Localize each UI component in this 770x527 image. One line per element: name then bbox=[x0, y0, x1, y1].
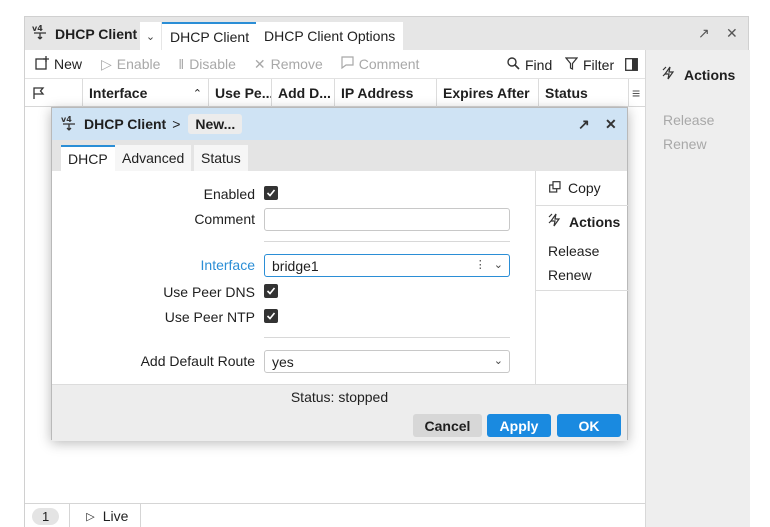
remove-button[interactable]: ✕ Remove bbox=[245, 56, 332, 73]
comment-label: Comment bbox=[194, 211, 255, 227]
breadcrumb-new: New... bbox=[188, 114, 243, 134]
add-default-route-label: Add Default Route bbox=[140, 353, 255, 369]
column-status[interactable]: Status bbox=[539, 79, 629, 107]
play-icon: ▷ bbox=[101, 55, 112, 72]
cancel-button[interactable]: Cancel bbox=[413, 414, 482, 437]
window-title: v4 DHCP Client bbox=[31, 17, 137, 50]
comment-button[interactable]: Comment bbox=[332, 56, 429, 72]
filter-button[interactable]: Filter bbox=[564, 50, 614, 79]
restore-icon[interactable]: ↗ bbox=[578, 116, 590, 133]
tab-advanced[interactable]: Advanced bbox=[115, 145, 192, 171]
chevron-down-icon[interactable]: ⌄ bbox=[494, 258, 503, 271]
use-peer-ntp-checkbox[interactable] bbox=[264, 309, 278, 323]
pause-icon: ‖ bbox=[178, 56, 185, 72]
ok-button[interactable]: OK bbox=[557, 414, 621, 437]
use-peer-ntp-label: Use Peer NTP bbox=[164, 309, 255, 325]
dialog-tabs: DHCP Advanced Status bbox=[52, 140, 627, 171]
enabled-checkbox[interactable] bbox=[264, 186, 278, 200]
apply-button[interactable]: Apply bbox=[487, 414, 551, 437]
panel-renew-action[interactable]: Renew bbox=[663, 136, 707, 152]
window-titlebar: v4 DHCP Client ⌄ DHCP Client DHCP Client… bbox=[25, 17, 748, 50]
use-peer-dns-label: Use Peer DNS bbox=[163, 284, 255, 300]
statusbar: 1 ▷ Live bbox=[25, 503, 645, 527]
play-icon: ▷ bbox=[86, 510, 95, 523]
x-icon: ✕ bbox=[253, 55, 266, 72]
svg-text:v4: v4 bbox=[32, 24, 43, 33]
new-button[interactable]: New bbox=[25, 55, 91, 73]
panel-toggle-icon[interactable] bbox=[625, 50, 638, 79]
ipv4-icon: v4 bbox=[31, 23, 49, 44]
chevron-down-icon[interactable]: ⌄ bbox=[494, 354, 503, 367]
add-default-route-select[interactable]: yes ⌄ bbox=[264, 350, 510, 373]
breadcrumb-separator: > bbox=[172, 116, 181, 132]
column-use-peer[interactable]: Use Pe... bbox=[209, 79, 272, 107]
close-icon[interactable]: ✕ bbox=[726, 25, 738, 42]
column-menu-icon[interactable]: ≡ bbox=[629, 79, 645, 107]
dhcp-form: Enabled Comment Interface bridge1 ⋮ ⌄ Us… bbox=[52, 171, 535, 384]
divider bbox=[264, 337, 510, 338]
dialog-actions-header: Actions bbox=[536, 213, 629, 230]
live-button[interactable]: ▷ Live bbox=[69, 503, 142, 527]
use-peer-dns-checkbox[interactable] bbox=[264, 284, 278, 298]
actions-header: Actions bbox=[662, 66, 735, 83]
renew-action[interactable]: Renew bbox=[536, 267, 629, 283]
toolbar: New ▷ Enable ‖ Disable ✕ Remove Comment … bbox=[25, 50, 645, 79]
find-button[interactable]: Find bbox=[507, 50, 552, 79]
comment-field[interactable] bbox=[264, 208, 510, 231]
actions-icon bbox=[548, 213, 562, 230]
row-count-badge: 1 bbox=[32, 507, 60, 525]
enable-button[interactable]: ▷ Enable bbox=[91, 56, 169, 73]
panel-release-action[interactable]: Release bbox=[663, 112, 714, 128]
tab-menu-chevron-icon[interactable]: ⌄ bbox=[140, 22, 161, 50]
dialog-titlebar: v4 DHCP Client > New... ↗ ✕ bbox=[52, 108, 627, 140]
tab-dhcp-client-options[interactable]: DHCP Client Options bbox=[256, 22, 404, 50]
comment-icon bbox=[341, 56, 354, 72]
column-ip-address[interactable]: IP Address bbox=[335, 79, 437, 107]
restore-icon[interactable]: ↗ bbox=[698, 25, 710, 42]
more-options-icon[interactable]: ⋮ bbox=[475, 258, 486, 271]
filter-icon bbox=[564, 56, 579, 73]
close-icon[interactable]: ✕ bbox=[605, 116, 617, 133]
copy-icon bbox=[549, 180, 561, 196]
dialog-side-panel: Copy Actions Release Renew bbox=[535, 171, 629, 384]
interface-label: Interface bbox=[200, 257, 255, 273]
tab-dhcp-client[interactable]: DHCP Client bbox=[162, 22, 258, 50]
enabled-label: Enabled bbox=[203, 186, 255, 202]
release-action[interactable]: Release bbox=[536, 243, 629, 259]
tab-status[interactable]: Status bbox=[194, 145, 248, 171]
interface-select[interactable]: bridge1 ⋮ ⌄ bbox=[264, 254, 510, 277]
new-dhcp-client-dialog: v4 DHCP Client > New... ↗ ✕ DHCP Advance… bbox=[51, 107, 629, 441]
column-expires-after[interactable]: Expires After bbox=[437, 79, 539, 107]
dialog-title: DHCP Client bbox=[84, 116, 167, 132]
actions-panel: Actions Release Renew bbox=[645, 50, 750, 527]
copy-button[interactable]: Copy bbox=[536, 171, 629, 206]
dialog-footer: Cancel Apply OK bbox=[52, 409, 627, 441]
disable-button[interactable]: ‖ Disable bbox=[169, 56, 245, 72]
dialog-status: Status: stopped bbox=[52, 384, 627, 409]
divider bbox=[264, 241, 510, 242]
svg-text:v4: v4 bbox=[61, 115, 72, 124]
divider bbox=[536, 290, 629, 291]
flag-column-icon[interactable] bbox=[25, 79, 83, 107]
tab-dhcp[interactable]: DHCP bbox=[61, 145, 115, 171]
sort-up-icon: ⌃ bbox=[192, 87, 202, 100]
table-header: Interface ⌃ Use Pe... Add D... IP Addres… bbox=[25, 79, 645, 107]
column-add-default[interactable]: Add D... bbox=[272, 79, 335, 107]
actions-icon bbox=[662, 66, 676, 83]
column-interface[interactable]: Interface ⌃ bbox=[83, 79, 209, 107]
new-icon bbox=[35, 55, 49, 73]
ipv4-icon: v4 bbox=[60, 114, 78, 135]
search-icon bbox=[507, 56, 520, 73]
